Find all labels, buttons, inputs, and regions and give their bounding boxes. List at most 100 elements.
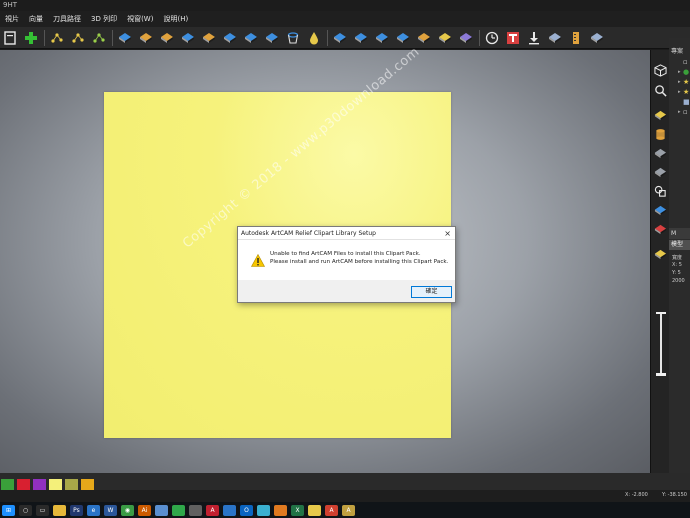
project-tree-item[interactable]: ▫: [669, 58, 690, 67]
text-tool-button[interactable]: [505, 30, 521, 46]
project-panel: 專案 M 模型 ▫ ▸ ● ▸ ★ ▸ ★ ■ ▸ ▫ 寬度 X: 5 Y: 5 2000: [669, 38, 690, 473]
project-tree-item[interactable]: ▸ ●: [669, 68, 690, 77]
excel-icon[interactable]: X: [291, 504, 304, 516]
relief-yellow-button[interactable]: [653, 247, 668, 262]
ie-icon[interactable]: e: [87, 504, 100, 516]
node-edit-icon: [51, 32, 63, 43]
warning-icon: [251, 254, 265, 267]
menu-item-vector[interactable]: 向量: [24, 11, 48, 27]
project-tree-item[interactable]: ■: [669, 98, 690, 107]
relief-sculpt-button[interactable]: [264, 30, 280, 46]
grey-app-icon[interactable]: [189, 504, 202, 516]
menu-item-help[interactable]: 說明(H): [158, 11, 193, 27]
export-button[interactable]: [589, 30, 605, 46]
folder-icon[interactable]: [53, 504, 66, 516]
project-tree-item[interactable]: ▸ ▫: [669, 108, 690, 117]
menu-bar: 視片 向量 刀具路徑 3D 列印 視窗(W) 說明(H): [0, 11, 690, 27]
installer-icon[interactable]: A: [342, 504, 355, 516]
relief-red-button[interactable]: [653, 222, 668, 237]
expand-arrow-icon[interactable]: ▸: [678, 109, 681, 115]
notepad-icon[interactable]: [155, 504, 168, 516]
ok-button[interactable]: 確定: [411, 286, 452, 298]
search-icon[interactable]: ○: [19, 504, 32, 516]
task-view-icon[interactable]: ▭: [36, 504, 49, 516]
spline-button[interactable]: [91, 30, 107, 46]
relief-texture-icon: [245, 32, 257, 43]
new-file-button[interactable]: [2, 30, 18, 46]
dialog-message-line-2: Please install and run ArtCAM before ins…: [270, 259, 449, 265]
relief-merge-icon: [203, 32, 215, 43]
expand-arrow-icon[interactable]: ▸: [678, 79, 681, 85]
clock-icon: [485, 31, 499, 44]
zoom-slider-thumb[interactable]: [656, 373, 666, 376]
download-button[interactable]: [526, 30, 542, 46]
text-tool-icon: [507, 31, 519, 44]
relief-extrude-button[interactable]: [180, 30, 196, 46]
close-icon[interactable]: ×: [444, 227, 451, 240]
relief-purple-button[interactable]: [458, 30, 474, 46]
tab-model[interactable]: M: [669, 228, 690, 239]
relief-red-blue-button[interactable]: [353, 30, 369, 46]
relief-arrow-button[interactable]: [374, 30, 390, 46]
blue-app-icon[interactable]: [223, 504, 236, 516]
menu-item-3d-print[interactable]: 3D 列印: [86, 11, 122, 27]
dialog-titlebar[interactable]: Autodesk ArtCAM Relief Clipart Library S…: [238, 227, 455, 240]
relief-blue-button[interactable]: [332, 30, 348, 46]
menu-item-file[interactable]: 視片: [0, 11, 24, 27]
expand-arrow-icon[interactable]: ▸: [678, 89, 681, 95]
add-button[interactable]: [23, 30, 39, 46]
yellow-app-icon[interactable]: [308, 504, 321, 516]
shapes-button[interactable]: [653, 184, 668, 199]
clock-button[interactable]: [484, 30, 500, 46]
view-cube-button[interactable]: [653, 63, 668, 78]
relief-dome-button[interactable]: [138, 30, 154, 46]
cup-button[interactable]: [285, 30, 301, 46]
artcam-icon[interactable]: A: [325, 504, 338, 516]
red-app-icon[interactable]: A: [206, 504, 219, 516]
word-icon[interactable]: W: [104, 504, 117, 516]
relief-flat-button[interactable]: [395, 30, 411, 46]
expand-arrow-icon[interactable]: ▸: [678, 69, 681, 75]
menu-item-toolpaths[interactable]: 刀具路徑: [48, 11, 86, 27]
illustrator-icon[interactable]: Ai: [138, 504, 151, 516]
orange-app-icon[interactable]: [274, 504, 287, 516]
relief-merge-button[interactable]: [201, 30, 217, 46]
relief-arrow-icon: [376, 32, 388, 43]
node-points-button[interactable]: [70, 30, 86, 46]
relief-sweep-button[interactable]: [159, 30, 175, 46]
relief-texture-button[interactable]: [243, 30, 259, 46]
artcam-window: 9HT 視片 向量 刀具路徑 3D 列印 視窗(W) 說明(H) Copyrig…: [0, 0, 690, 518]
relief-gold-plane-button[interactable]: [437, 30, 453, 46]
model-property-text: Y: 5: [672, 270, 681, 276]
project-tree-item[interactable]: ▸ ★: [669, 78, 690, 87]
outlook-icon[interactable]: O: [240, 504, 253, 516]
relief-layer-button[interactable]: [653, 108, 668, 123]
relief-sculpt-icon: [266, 32, 278, 43]
zoom-button[interactable]: [653, 83, 668, 98]
photoshop-icon[interactable]: Ps: [70, 504, 83, 516]
relief-layer-button[interactable]: [222, 30, 238, 46]
relief-blue-button[interactable]: [653, 203, 668, 218]
relief-blue-icon: [334, 32, 346, 43]
tree-node-icon: ●: [683, 68, 690, 76]
cylinder-icon: [656, 129, 665, 140]
plane-grey-button[interactable]: [653, 146, 668, 161]
start-icon[interactable]: ⊞: [2, 504, 15, 516]
node-edit-button[interactable]: [49, 30, 65, 46]
zoom-icon: [655, 85, 667, 97]
cyan-app-icon[interactable]: [257, 504, 270, 516]
cylinder-button[interactable]: [653, 127, 668, 142]
ruler-button[interactable]: [568, 30, 584, 46]
relief-purple-icon: [460, 32, 472, 43]
zoom-slider-track[interactable]: [660, 312, 662, 374]
drop-button[interactable]: [306, 30, 322, 46]
chrome-icon[interactable]: ◉: [121, 504, 134, 516]
green-app-icon[interactable]: [172, 504, 185, 516]
new-file-icon: [4, 30, 16, 45]
menu-item-window[interactable]: 視窗(W): [122, 11, 158, 27]
project-tree-item[interactable]: ▸ ★: [669, 88, 690, 97]
layers-button[interactable]: [547, 30, 563, 46]
relief-shape-button[interactable]: [117, 30, 133, 46]
relief-gold-button[interactable]: [416, 30, 432, 46]
plane-edge-button[interactable]: [653, 165, 668, 180]
